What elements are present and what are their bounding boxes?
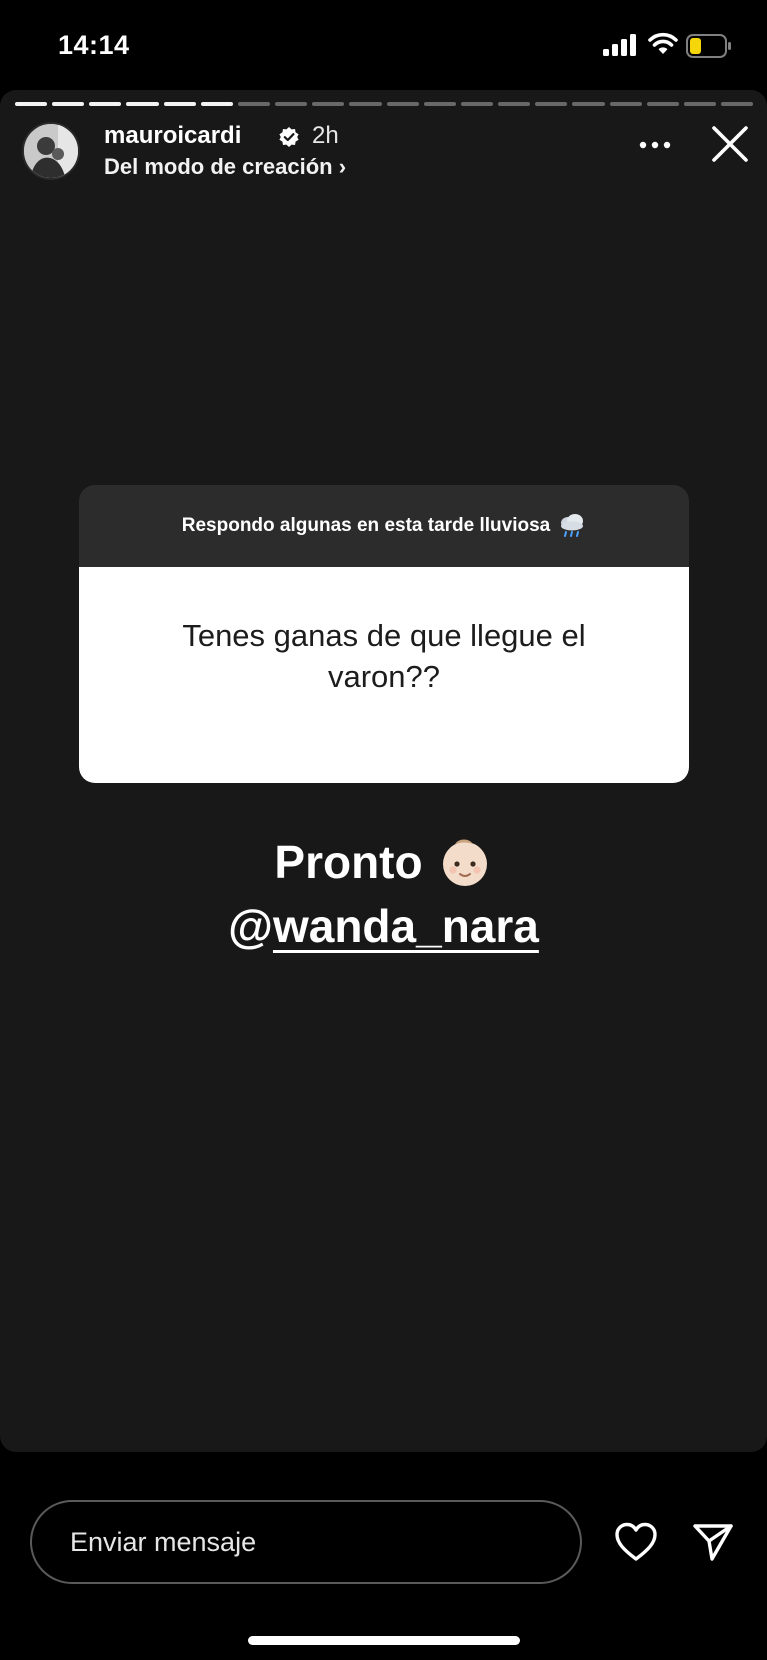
profile-photo-icon xyxy=(24,124,78,178)
reply-text: Pronto xyxy=(274,836,423,888)
reply-line: Pronto xyxy=(0,830,767,894)
creation-mode-link[interactable]: Del modo de creación › xyxy=(104,154,346,180)
mention-tag[interactable]: @wanda_nara xyxy=(228,894,539,958)
progress-segment xyxy=(535,102,568,106)
story-header: mauroicardi 2h Del modo de creación › xyxy=(20,120,750,184)
battery-icon xyxy=(686,34,731,58)
progress-segment xyxy=(312,102,345,106)
progress-segment xyxy=(498,102,531,106)
mention-username: wanda_nara xyxy=(272,900,539,952)
progress-segment xyxy=(163,102,196,106)
username[interactable]: mauroicardi xyxy=(104,122,241,150)
avatar[interactable] xyxy=(22,122,80,180)
progress-segment xyxy=(200,102,233,106)
progress-segment xyxy=(683,102,716,106)
status-bar: 14:14 xyxy=(0,0,767,90)
story-view[interactable]: mauroicardi 2h Del modo de creación › Re… xyxy=(0,90,767,1452)
sticker-header: Respondo algunas en esta tarde lluviosa xyxy=(79,485,689,567)
progress-segment xyxy=(52,102,85,106)
progress-segment xyxy=(646,102,679,106)
sticker-question: Tenes ganas de que llegue el varon?? xyxy=(79,567,689,783)
story-progress-bar xyxy=(15,102,754,106)
progress-segment xyxy=(126,102,159,106)
cellular-signal-icon xyxy=(603,34,636,56)
progress-segment xyxy=(237,102,271,106)
wifi-icon xyxy=(648,32,678,54)
rain-cloud-icon xyxy=(561,514,584,537)
question-sticker[interactable]: Respondo algunas en esta tarde lluviosa … xyxy=(79,485,689,783)
home-indicator[interactable] xyxy=(248,1636,520,1645)
progress-segment xyxy=(720,102,754,106)
progress-segment xyxy=(609,102,642,106)
mention-at-sign: @ xyxy=(228,900,273,952)
baby-face-icon xyxy=(442,839,487,886)
post-time: 2h xyxy=(312,122,339,149)
status-time: 14:14 xyxy=(58,30,130,60)
progress-segment xyxy=(386,102,419,106)
progress-segment xyxy=(460,102,494,106)
reply-text-block: Pronto @wanda_nara xyxy=(0,830,767,958)
progress-segment xyxy=(89,102,122,106)
progress-segment xyxy=(423,102,456,106)
more-options-icon[interactable] xyxy=(638,140,672,150)
progress-segment xyxy=(275,102,308,106)
progress-segment xyxy=(15,102,48,106)
sticker-header-text: Respondo algunas en esta tarde lluviosa xyxy=(181,515,551,536)
progress-segment xyxy=(572,102,605,106)
close-icon[interactable] xyxy=(710,124,750,164)
paper-plane-icon[interactable] xyxy=(692,1522,734,1562)
mention-line: @wanda_nara xyxy=(0,894,767,958)
verified-badge-icon xyxy=(279,127,299,147)
question-text: Tenes ganas de que llegue el varon?? xyxy=(182,618,586,694)
message-input[interactable] xyxy=(30,1500,582,1584)
progress-segment xyxy=(349,102,382,106)
heart-icon[interactable] xyxy=(614,1522,658,1562)
